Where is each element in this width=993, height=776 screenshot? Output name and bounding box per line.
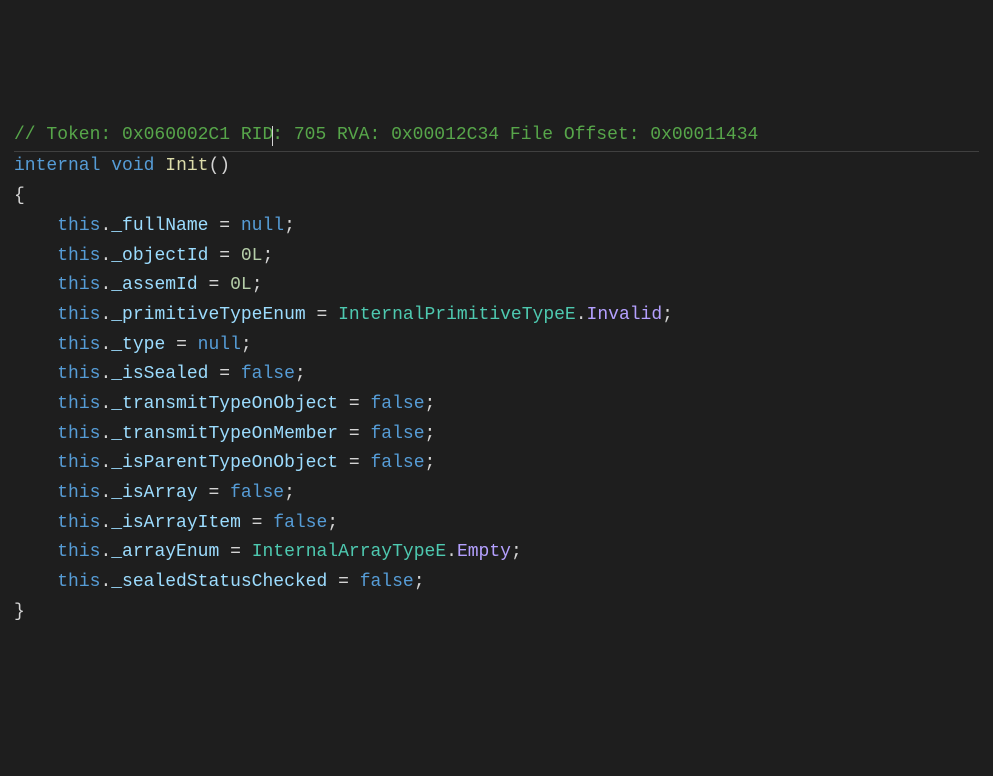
statement-line: this._objectId = 0L; [14, 242, 979, 272]
null-keyword: null [241, 216, 284, 236]
close-brace: } [14, 598, 979, 628]
field-name: _isArray [111, 483, 197, 503]
statement-line: this._fullName = null; [14, 212, 979, 242]
this-keyword: this [57, 335, 100, 355]
statement-line: this._assemId = 0L; [14, 271, 979, 301]
comment-token: // Token: 0x060002C1 RID [14, 125, 273, 145]
statement-line: this._transmitTypeOnObject = false; [14, 390, 979, 420]
statement-line: this._isSealed = false; [14, 360, 979, 390]
null-keyword: null [198, 335, 241, 355]
bool-keyword: false [371, 453, 425, 473]
statement-line: this._sealedStatusChecked = false; [14, 568, 979, 598]
parentheses: () [208, 156, 230, 176]
open-brace: { [14, 182, 979, 212]
statement-line: this._transmitTypeOnMember = false; [14, 420, 979, 450]
this-keyword: this [57, 246, 100, 266]
this-keyword: this [57, 453, 100, 473]
enum-member: Invalid [587, 305, 663, 325]
number-literal: 0L [241, 246, 263, 266]
code-editor[interactable]: // Token: 0x060002C1 RID: 705 RVA: 0x000… [14, 121, 979, 628]
text-caret [272, 126, 273, 146]
this-keyword: this [57, 572, 100, 592]
this-keyword: this [57, 424, 100, 444]
bool-keyword: false [360, 572, 414, 592]
field-name: _type [111, 335, 165, 355]
method-signature: internal void Init() [14, 152, 979, 182]
bool-keyword: false [241, 364, 295, 384]
comment-rest: : 705 RVA: 0x00012C34 File Offset: 0x000… [272, 125, 758, 145]
field-name: _transmitTypeOnObject [111, 394, 338, 414]
bool-keyword: false [273, 513, 327, 533]
this-keyword: this [57, 216, 100, 236]
bool-keyword: false [230, 483, 284, 503]
field-name: _assemId [111, 275, 197, 295]
field-name: _isParentTypeOnObject [111, 453, 338, 473]
modifier-keyword: internal [14, 156, 100, 176]
statement-line: this._isArrayItem = false; [14, 509, 979, 539]
metadata-comment: // Token: 0x060002C1 RID: 705 RVA: 0x000… [14, 121, 979, 151]
type-name: InternalArrayTypeE [252, 542, 446, 562]
this-keyword: this [57, 305, 100, 325]
type-name: InternalPrimitiveTypeE [338, 305, 576, 325]
this-keyword: this [57, 394, 100, 414]
enum-member: Empty [457, 542, 511, 562]
this-keyword: this [57, 364, 100, 384]
this-keyword: this [57, 513, 100, 533]
this-keyword: this [57, 483, 100, 503]
this-keyword: this [57, 542, 100, 562]
statement-line: this._isParentTypeOnObject = false; [14, 449, 979, 479]
bool-keyword: false [371, 394, 425, 414]
number-literal: 0L [230, 275, 252, 295]
method-name: Init [165, 156, 208, 176]
field-name: _arrayEnum [111, 542, 219, 562]
statement-line: this._type = null; [14, 331, 979, 361]
field-name: _transmitTypeOnMember [111, 424, 338, 444]
field-name: _isArrayItem [111, 513, 241, 533]
statement-line: this._primitiveTypeEnum = InternalPrimit… [14, 301, 979, 331]
field-name: _fullName [111, 216, 208, 236]
return-type-keyword: void [111, 156, 154, 176]
statement-line: this._arrayEnum = InternalArrayTypeE.Emp… [14, 538, 979, 568]
statement-line: this._isArray = false; [14, 479, 979, 509]
field-name: _sealedStatusChecked [111, 572, 327, 592]
field-name: _isSealed [111, 364, 208, 384]
field-name: _objectId [111, 246, 208, 266]
this-keyword: this [57, 275, 100, 295]
bool-keyword: false [371, 424, 425, 444]
field-name: _primitiveTypeEnum [111, 305, 305, 325]
